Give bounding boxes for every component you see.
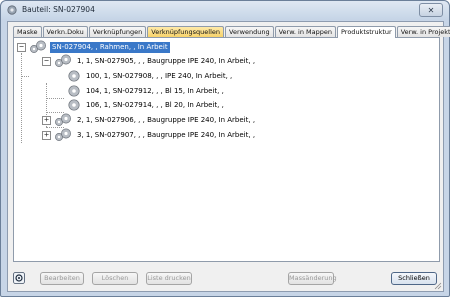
part-gear-icon bbox=[68, 70, 80, 82]
tab-maske[interactable]: Maske bbox=[13, 26, 42, 37]
tab-verknuepfungsquellen[interactable]: Verknüpfungsquellen bbox=[147, 26, 225, 37]
tree-node-label[interactable]: 106, 1, SN-027914, , , Bl 20, In Arbeit,… bbox=[84, 100, 226, 111]
tree-node-label[interactable]: SN-027904, , Rahmen, , In Arbeit bbox=[50, 41, 170, 53]
tab-verknuepfungen[interactable]: Verknüpfungen bbox=[88, 26, 147, 37]
dialog-client-area: Maske Verkn.Doku Verknüpfungen Verknüpfu… bbox=[7, 21, 450, 292]
product-structure-panel: − SN-027904, , Rahmen, , In Arbeit − 1, … bbox=[13, 37, 440, 262]
window-close-button[interactable]: ✕ bbox=[419, 3, 443, 17]
close-icon: ✕ bbox=[427, 5, 435, 15]
assembly-gears-icon bbox=[55, 128, 71, 141]
tree-node-assembly[interactable]: + 3, 1, SN-027907, , , Baugruppe IPE 240… bbox=[42, 128, 257, 141]
tree-node-label[interactable]: 2, 1, SN-027906, , , Baugruppe IPE 240, … bbox=[75, 115, 257, 126]
assembly-gears-icon bbox=[55, 54, 71, 67]
tree-node-root[interactable]: − SN-027904, , Rahmen, , In Arbeit bbox=[17, 40, 170, 53]
tree-node-label[interactable]: 3, 1, SN-027907, , , Baugruppe IPE 240, … bbox=[75, 130, 257, 141]
tree-node-assembly[interactable]: + 2, 1, SN-027906, , , Baugruppe IPE 240… bbox=[42, 113, 257, 126]
app-gear-icon bbox=[7, 5, 17, 15]
collapse-toggle[interactable]: − bbox=[42, 56, 51, 66]
tab-verwendung[interactable]: Verwendung bbox=[225, 26, 274, 37]
close-button[interactable]: Schließen bbox=[391, 272, 437, 285]
resize-grip-icon[interactable] bbox=[434, 282, 442, 290]
print-list-button[interactable]: Liste drucken bbox=[146, 272, 192, 285]
assembly-gears-icon bbox=[30, 40, 46, 53]
tab-produktstruktur[interactable]: Produktstruktur bbox=[337, 26, 396, 38]
expand-toggle[interactable]: + bbox=[42, 115, 51, 125]
part-gear-icon bbox=[68, 85, 80, 97]
expand-toggle[interactable]: + bbox=[42, 130, 51, 140]
mass-change-button[interactable]: Massänderung bbox=[288, 272, 337, 285]
tree-node-part[interactable]: 100, 1, SN-027908, , , IPE 240, In Arbei… bbox=[66, 70, 234, 82]
tree-connector bbox=[21, 76, 29, 77]
tree-node-label[interactable]: 104, 1, SN-027912, , , Bl 15, In Arbeit,… bbox=[84, 86, 226, 97]
part-gear-icon bbox=[68, 99, 80, 111]
delete-button[interactable]: Löschen bbox=[92, 272, 138, 285]
tree-connector bbox=[46, 98, 64, 99]
collapse-toggle[interactable]: − bbox=[17, 42, 26, 52]
tree-node-part[interactable]: 106, 1, SN-027914, , , Bl 20, In Arbeit,… bbox=[66, 99, 226, 111]
help-icon[interactable] bbox=[13, 272, 25, 284]
tree-connector bbox=[21, 53, 22, 143]
tab-verw-in-projekten[interactable]: Verw. in Projekten bbox=[396, 26, 450, 37]
tree-node-part[interactable]: 104, 1, SN-027912, , , Bl 15, In Arbeit,… bbox=[66, 85, 226, 97]
tab-strip: Maske Verkn.Doku Verknüpfungen Verknüpfu… bbox=[13, 25, 450, 38]
tree-node-label[interactable]: 1, 1, SN-027905, , , Baugruppe IPE 240, … bbox=[75, 56, 257, 67]
edit-button[interactable]: Bearbeiten bbox=[40, 272, 84, 285]
window-title: Bauteil: SN-027904 bbox=[22, 5, 95, 14]
product-structure-tree[interactable]: − SN-027904, , Rahmen, , In Arbeit − 1, … bbox=[14, 38, 439, 261]
dialog-window: Bauteil: SN-027904 ✕ Maske Verkn.Doku Ve… bbox=[0, 0, 450, 297]
tab-verkn-doku[interactable]: Verkn.Doku bbox=[42, 26, 88, 37]
tree-node-label[interactable]: 100, 1, SN-027908, , , IPE 240, In Arbei… bbox=[84, 71, 234, 82]
tab-verw-in-mappen[interactable]: Verw. in Mappen bbox=[274, 26, 336, 37]
title-bar[interactable]: Bauteil: SN-027904 ✕ bbox=[1, 1, 449, 20]
assembly-gears-icon bbox=[55, 113, 71, 126]
tree-node-assembly[interactable]: − 1, 1, SN-027905, , , Baugruppe IPE 240… bbox=[42, 54, 257, 67]
